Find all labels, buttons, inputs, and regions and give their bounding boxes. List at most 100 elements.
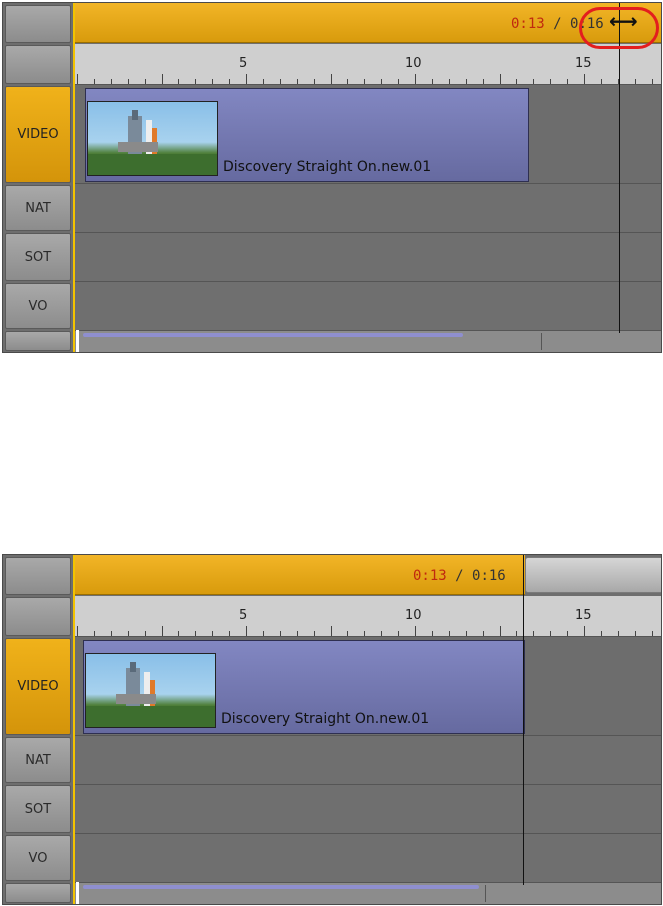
timeline-extension-area[interactable] [525, 557, 661, 593]
ruler-tick [110, 79, 112, 84]
playhead-line[interactable] [619, 3, 620, 333]
ruler-tick [161, 74, 163, 84]
ruler-tick [465, 79, 467, 84]
track-label-nat[interactable]: NAT [5, 737, 71, 783]
ruler-tick [178, 79, 180, 84]
vo-track[interactable] [75, 282, 661, 331]
clip-thumbnail [85, 653, 216, 728]
sot-track[interactable] [75, 785, 661, 834]
video-clip[interactable]: Discovery Straight On.new.01 [85, 88, 529, 182]
duration-bar[interactable]: 0:13 / 0:16 [75, 3, 661, 43]
scrollbar-thumb[interactable] [83, 333, 463, 337]
video-track[interactable]: Discovery Straight On.new.01 [75, 638, 661, 736]
track-label-nat[interactable]: NAT [5, 185, 71, 231]
ruler-tick [600, 79, 602, 84]
corner-cell [5, 5, 71, 43]
clip-name: Discovery Straight On.new.01 [221, 711, 430, 727]
ruler-tick [634, 79, 636, 84]
ruler-tick [482, 631, 484, 636]
ruler-header-cell [5, 45, 71, 84]
ruler-tick [212, 79, 214, 84]
ruler-mark-10: 10 [405, 56, 422, 71]
ruler-tick [178, 631, 180, 636]
timeline-scrollbar[interactable] [75, 882, 661, 904]
ruler-tick [262, 79, 264, 84]
ruler-tick [381, 79, 383, 84]
ruler-tick [516, 79, 518, 84]
ruler-tick [415, 626, 416, 636]
total-duration: 0:16 [472, 568, 506, 584]
ruler-tick [533, 79, 535, 84]
ruler-tick [398, 79, 400, 84]
ruler-tick [212, 631, 214, 636]
ruler-mark-5: 5 [239, 56, 248, 71]
ruler-tick [651, 79, 653, 84]
ruler-tick [584, 626, 585, 636]
sot-track[interactable] [75, 233, 661, 282]
ruler-tick [347, 79, 349, 84]
track-label-vo[interactable]: VO [5, 283, 71, 329]
track-label-video[interactable]: VIDEO [5, 638, 71, 735]
video-track[interactable]: Discovery Straight On.new.01 [75, 86, 661, 184]
ruler-tick [279, 631, 281, 636]
scroll-end-mark [541, 333, 542, 350]
corner-cell [5, 557, 71, 595]
track-label-sot[interactable]: SOT [5, 785, 71, 833]
ruler-tick [246, 626, 247, 636]
scrollbar-thumb[interactable] [83, 885, 479, 889]
ruler-tick [127, 631, 129, 636]
time-ruler[interactable]: 5 10 15 [75, 44, 661, 85]
ruler-tick [499, 74, 501, 84]
ruler-mark-15: 15 [575, 56, 592, 71]
ruler-header-cell [5, 597, 71, 636]
playhead-line[interactable] [523, 555, 524, 885]
track-label-video[interactable]: VIDEO [5, 86, 71, 183]
ruler-tick [347, 631, 349, 636]
timeline-panel-before: VIDEO NAT SOT VO 0:13 / 0:16 5 10 15 Dis… [2, 2, 662, 353]
duration-bar[interactable]: 0:13 / 0:16 [75, 555, 525, 595]
ruler-tick [584, 74, 585, 84]
video-clip[interactable]: Discovery Straight On.new.01 [83, 640, 525, 734]
ruler-tick [448, 631, 450, 636]
ruler-tick [93, 79, 95, 84]
current-time: 0:13 [511, 16, 545, 32]
start-line [73, 555, 75, 904]
timecode-display: 0:13 / 0:16 [413, 568, 506, 584]
time-separator: / [544, 16, 571, 32]
ruler-tick [313, 631, 315, 636]
start-line [73, 3, 75, 352]
ruler-tick [161, 626, 163, 636]
ruler-tick [364, 631, 366, 636]
nat-track[interactable] [75, 736, 661, 785]
ruler-tick [246, 74, 247, 84]
ruler-tick [110, 631, 112, 636]
nat-track[interactable] [75, 184, 661, 233]
ruler-tick [415, 74, 416, 84]
ruler-tick [465, 631, 467, 636]
ruler-tick [144, 631, 146, 636]
ruler-tick [617, 631, 619, 636]
clip-thumbnail [87, 101, 218, 176]
resize-horizontal-icon[interactable]: ⟷ [609, 9, 638, 33]
vo-track[interactable] [75, 834, 661, 883]
ruler-tick [499, 626, 501, 636]
ruler-tick [262, 631, 264, 636]
timeline-scrollbar[interactable] [75, 330, 661, 352]
track-label-sot[interactable]: SOT [5, 233, 71, 281]
timeline-panel-after: VIDEO NAT SOT VO 0:13 / 0:16 5 10 15 Dis… [2, 554, 662, 905]
ruler-tick [634, 631, 636, 636]
scroll-header-cell [5, 331, 71, 351]
time-ruler[interactable]: 5 10 15 [75, 596, 661, 637]
ruler-tick [77, 626, 78, 636]
ruler-tick [533, 631, 535, 636]
ruler-tick [144, 79, 146, 84]
ruler-tick [651, 631, 653, 636]
start-marker [76, 882, 79, 904]
ruler-tick [195, 79, 197, 84]
scroll-end-mark [485, 885, 486, 902]
ruler-tick [296, 79, 298, 84]
track-label-vo[interactable]: VO [5, 835, 71, 881]
start-marker [76, 330, 79, 352]
ruler-tick [381, 631, 383, 636]
clip-name: Discovery Straight On.new.01 [223, 159, 432, 175]
